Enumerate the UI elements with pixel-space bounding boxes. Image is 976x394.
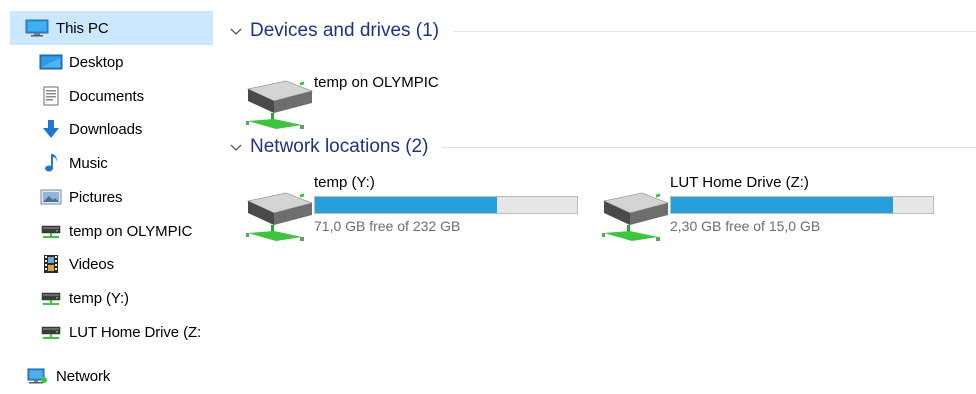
network-icon xyxy=(24,365,50,387)
capacity-bar xyxy=(314,196,578,214)
documents-icon xyxy=(38,85,64,107)
sidebar-item-music[interactable]: Music xyxy=(10,146,213,180)
drive-name: temp (Y:) xyxy=(314,174,375,191)
sidebar-item-network[interactable]: Network xyxy=(10,359,213,393)
desktop-icon xyxy=(38,51,64,73)
network-drive-icon xyxy=(38,220,64,242)
network-drive-icon xyxy=(38,321,64,343)
sidebar-item-label: LUT Home Drive (Z: xyxy=(69,323,202,341)
group-divider-line xyxy=(453,30,976,32)
sidebar-item-lut-home-drive[interactable]: LUT Home Drive (Z: xyxy=(10,315,213,349)
sidebar-item-temp-on-olympic[interactable]: temp on OLYMPIC xyxy=(10,214,213,248)
network-drive-icon xyxy=(242,185,314,245)
monitor-icon xyxy=(24,17,50,39)
sidebar-item-documents[interactable]: Documents xyxy=(10,79,213,113)
drive-info: LUT Home Drive (Z:) 2,30 GB free of 15,0… xyxy=(670,173,934,234)
capacity-bar xyxy=(670,196,934,214)
drive-tile-lut-home-drive[interactable]: LUT Home Drive (Z:) 2,30 GB free of 15,0… xyxy=(598,173,934,245)
chevron-down-icon xyxy=(228,23,244,39)
sidebar-item-videos[interactable]: Videos xyxy=(10,247,213,281)
capacity-bar-fill xyxy=(671,197,893,213)
group-title: Devices and drives (1) xyxy=(250,20,440,41)
sidebar-item-pictures[interactable]: Pictures xyxy=(10,180,213,214)
network-drive-icon xyxy=(598,185,670,245)
drive-tile-temp-on-olympic[interactable]: temp on OLYMPIC xyxy=(242,73,439,133)
navigation-pane: This PC Desktop Documents Downloads Musi… xyxy=(0,0,217,394)
pictures-icon xyxy=(38,186,64,208)
sidebar-item-label: Desktop xyxy=(69,53,124,71)
sidebar-item-label: Downloads xyxy=(69,120,143,138)
sidebar-item-label: Network xyxy=(56,367,111,385)
drive-name: temp on OLYMPIC xyxy=(314,74,439,91)
sidebar-item-label: Videos xyxy=(69,255,114,273)
download-arrow-icon xyxy=(38,118,64,140)
sidebar-item-label: temp on OLYMPIC xyxy=(69,222,193,240)
chevron-down-icon xyxy=(228,139,244,155)
network-drive-icon xyxy=(242,73,314,133)
videos-icon xyxy=(38,253,64,275)
free-space-text: 2,30 GB free of 15,0 GB xyxy=(670,218,821,234)
free-space-text: 71,0 GB free of 232 GB xyxy=(314,218,461,234)
drive-name: LUT Home Drive (Z:) xyxy=(670,174,809,191)
group-header-network-locations[interactable]: Network locations (2) xyxy=(228,135,976,159)
capacity-bar-fill xyxy=(315,197,497,213)
sidebar-item-this-pc[interactable]: This PC xyxy=(10,11,213,45)
group-title: Network locations (2) xyxy=(250,136,429,157)
sidebar-item-downloads[interactable]: Downloads xyxy=(10,112,213,146)
sidebar-item-desktop[interactable]: Desktop xyxy=(10,45,213,79)
sidebar-item-label: Documents xyxy=(69,87,144,105)
drive-info: temp (Y:) 71,0 GB free of 232 GB xyxy=(314,173,578,234)
sidebar-item-label: Music xyxy=(69,154,108,172)
sidebar-item-label: Pictures xyxy=(69,188,123,206)
sidebar-item-label: temp (Y:) xyxy=(69,289,129,307)
group-header-devices[interactable]: Devices and drives (1) xyxy=(228,19,976,43)
music-note-icon xyxy=(38,152,64,174)
drive-info: temp on OLYMPIC xyxy=(314,73,439,93)
group-divider-line xyxy=(442,146,976,148)
content-pane: Devices and drives (1) temp on OLYMPIC N… xyxy=(218,0,976,394)
drive-tile-temp-y[interactable]: temp (Y:) 71,0 GB free of 232 GB xyxy=(242,173,578,245)
sidebar-item-temp-y[interactable]: temp (Y:) xyxy=(10,281,213,315)
sidebar-item-label: This PC xyxy=(56,19,109,37)
network-drive-icon xyxy=(38,287,64,309)
